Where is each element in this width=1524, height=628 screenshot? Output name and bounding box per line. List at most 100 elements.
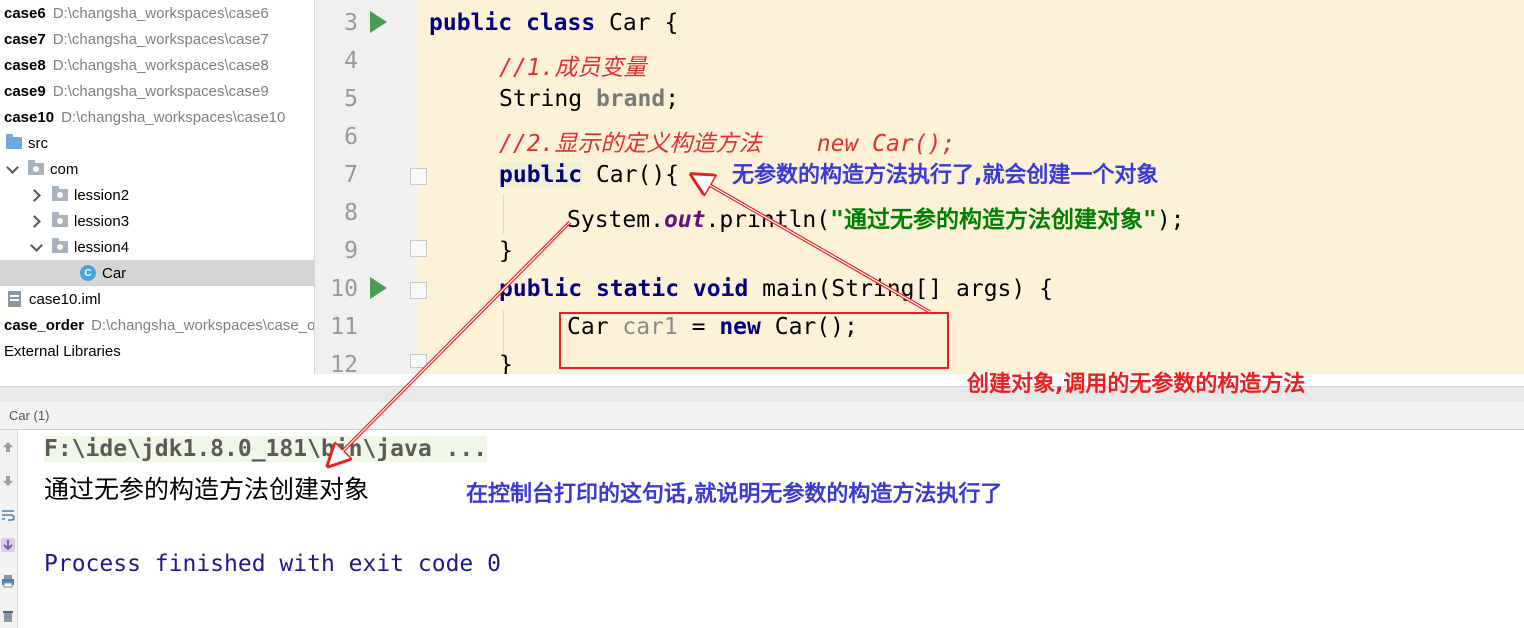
console-annotation: 在控制台打印的这句话,就说明无参数的构造方法执行了	[466, 482, 1003, 507]
tree-item-name: case10.iml	[29, 290, 101, 308]
code-text: );	[1156, 207, 1185, 233]
keyword: public	[499, 276, 583, 302]
field-name: brand	[595, 86, 666, 112]
fold-marker-icon[interactable]	[410, 168, 427, 185]
chevron-right-icon[interactable]	[30, 215, 42, 227]
chevron-down-icon[interactable]	[6, 163, 18, 175]
line-number: 9	[344, 238, 358, 264]
tree-item-name: lession2	[74, 186, 130, 204]
code-text: String	[499, 86, 596, 112]
line-number: 7	[344, 162, 358, 188]
tree-item-name: case9	[4, 82, 46, 100]
code-text: Car {	[595, 10, 679, 36]
tree-item-name: External Libraries	[4, 342, 121, 360]
code-line-12[interactable]: }	[499, 352, 513, 374]
code-text: ;	[665, 86, 680, 112]
line-number: 6	[344, 124, 358, 150]
indent-guide	[503, 194, 504, 234]
package-folder-icon	[52, 186, 68, 201]
tree-item-lession3[interactable]: lession3	[0, 208, 314, 234]
line-number: 12	[330, 352, 358, 374]
console-output-line: 通过无参的构造方法创建对象	[44, 475, 370, 504]
tree-item-path: D:\changsha_workspaces\case7	[52, 30, 269, 48]
run-main-icon[interactable]	[370, 277, 387, 299]
arrow-down-icon[interactable]	[1, 474, 15, 488]
fold-marker-icon[interactable]	[410, 282, 427, 299]
tree-item-lession2[interactable]: lession2	[0, 182, 314, 208]
tree-item-name: case10	[4, 108, 55, 126]
class-icon: C	[80, 265, 96, 281]
line-number: 8	[344, 200, 358, 226]
tree-item-case-order[interactable]: case_order D:\changsha_workspaces\case_o	[0, 312, 314, 338]
line-number: 3	[344, 10, 358, 36]
tree-item-com[interactable]: com	[0, 156, 314, 182]
chevron-down-icon[interactable]	[30, 241, 42, 253]
constructor-annotation: 无参数的构造方法执行了,就会创建一个对象	[732, 163, 1159, 188]
run-class-icon[interactable]	[370, 11, 387, 33]
tree-item-case10[interactable]: case10 D:\changsha_workspaces\case10	[0, 104, 314, 130]
tree-item-path: D:\changsha_workspaces\case8	[52, 56, 269, 74]
tree-item-case9[interactable]: case9 D:\changsha_workspaces\case9	[0, 78, 314, 104]
scroll-to-end-icon[interactable]	[1, 538, 15, 552]
print-icon[interactable]	[1, 574, 15, 588]
tree-item-case6[interactable]: case6 D:\changsha_workspaces\case6	[0, 0, 314, 26]
fold-marker-icon[interactable]	[410, 240, 427, 257]
tree-item-lession4[interactable]: lession4	[0, 234, 314, 260]
code-line-10[interactable]: public static void main(String[] args) {	[499, 276, 1053, 302]
tree-item-name: case8	[4, 56, 46, 74]
module-file-icon	[8, 291, 21, 307]
tree-item-external-libraries[interactable]: External Libraries	[0, 338, 314, 364]
package-folder-icon	[52, 238, 68, 253]
tree-item-car[interactable]: C Car	[0, 260, 314, 286]
string-literal: "通过无参的构造方法创建对象"	[830, 207, 1157, 233]
tree-item-name: lession3	[74, 212, 130, 230]
chevron-right-icon[interactable]	[30, 189, 42, 201]
code-text: Car(){	[582, 162, 680, 188]
tree-item-name: case6	[4, 4, 46, 22]
line-number: 4	[344, 48, 358, 74]
run-toolbar	[0, 430, 18, 628]
arrow-up-icon[interactable]	[1, 440, 15, 454]
code-line-8[interactable]: System.out.println("通过无参的构造方法创建对象");	[567, 200, 1185, 234]
tree-item-name: com	[50, 160, 79, 178]
run-panel-header: Car (1)	[0, 402, 1524, 430]
tree-item-case7[interactable]: case7 D:\changsha_workspaces\case7	[0, 26, 314, 52]
code-line-3[interactable]: public class Car {	[429, 10, 678, 36]
code-line-9[interactable]: }	[499, 238, 513, 264]
tree-item-src[interactable]: src	[0, 130, 314, 156]
tree-item-iml[interactable]: case10.iml	[0, 286, 314, 312]
line-number: 10	[330, 276, 358, 302]
highlight-box	[559, 312, 949, 369]
package-folder-icon	[28, 160, 44, 175]
code-text: main(String[] args) {	[748, 276, 1053, 302]
code-line-4[interactable]: //1.成员变量	[499, 48, 646, 82]
code-line-6[interactable]: //2.显示的定义构造方法 new Car();	[499, 124, 955, 158]
project-tree: case6 D:\changsha_workspaces\case6 case7…	[0, 0, 314, 386]
create-object-annotation: 创建对象,调用的无参数的构造方法	[967, 372, 1306, 397]
keyword: static	[595, 276, 680, 302]
comment: //1.成员变量	[499, 55, 647, 81]
tree-item-path: D:\changsha_workspaces\case6	[52, 4, 269, 22]
tree-item-path: D:\changsha_workspaces\case9	[52, 82, 269, 100]
tree-item-name: src	[28, 134, 48, 152]
tree-item-path: D:\changsha_workspaces\case10	[61, 108, 286, 126]
tree-item-name: Car	[102, 264, 127, 282]
tree-item-case8[interactable]: case8 D:\changsha_workspaces\case8	[0, 52, 314, 78]
run-tab-title[interactable]: Car (1)	[9, 408, 49, 423]
field-name: out	[663, 207, 706, 233]
soft-wrap-icon[interactable]	[1, 508, 15, 522]
code-text: }	[499, 238, 513, 264]
code-text: System.	[567, 207, 664, 233]
comment: //2.显示的定义构造方法 new Car();	[499, 131, 956, 157]
code-text: .println(	[705, 207, 831, 233]
console-command-line: F:\ide\jdk1.8.0_181\bin\java ...	[44, 436, 488, 462]
tree-item-path: D:\changsha_workspaces\case_o	[91, 316, 314, 334]
code-line-7[interactable]: public Car(){	[499, 162, 679, 188]
trash-icon[interactable]	[1, 608, 15, 622]
fold-marker-icon[interactable]	[410, 354, 427, 368]
keyword: public	[429, 10, 513, 36]
tree-item-name: case7	[4, 30, 46, 48]
tree-item-name: lession4	[74, 238, 130, 256]
tree-item-name: case_order	[4, 316, 85, 334]
code-line-5[interactable]: String brand;	[499, 86, 679, 112]
